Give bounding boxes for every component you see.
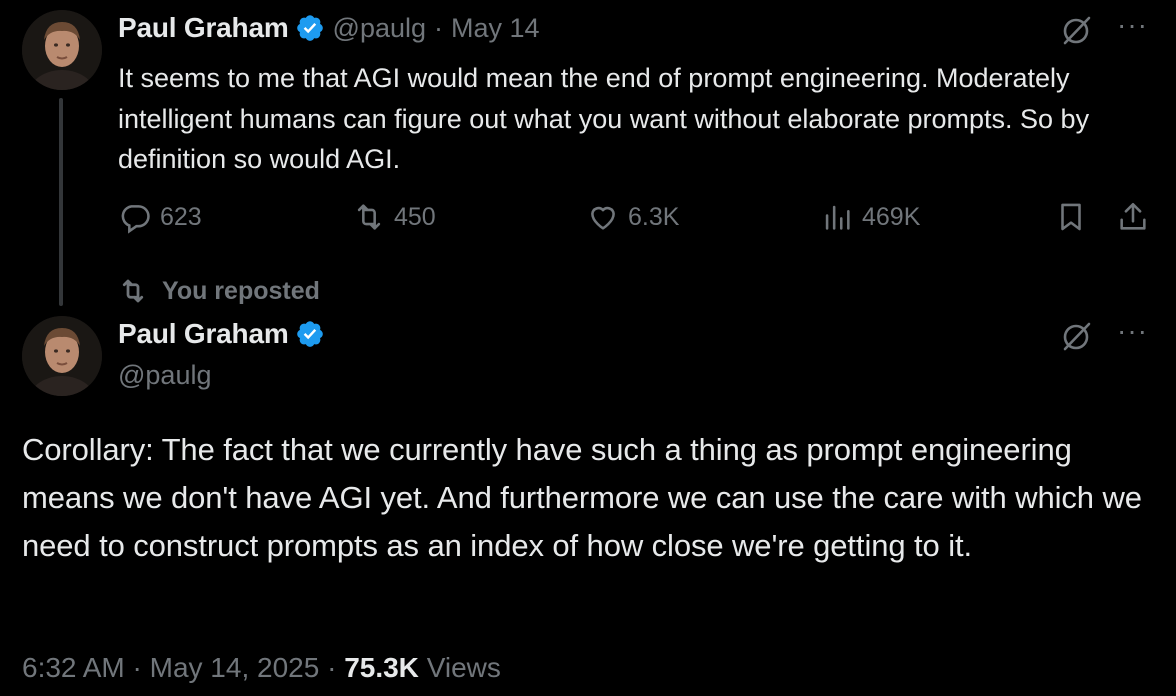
- tweet-thread: Paul Graham @paulg · May 14 ··· It seems…: [0, 0, 1176, 696]
- repost-context: You reposted: [118, 276, 320, 306]
- repost-button[interactable]: 450: [352, 200, 436, 234]
- tweet-full-date[interactable]: May 14, 2025: [150, 652, 320, 683]
- views-bar-chart-icon: [825, 205, 850, 230]
- share-button[interactable]: [1116, 200, 1150, 234]
- reply-count: 623: [160, 202, 202, 231]
- more-icon[interactable]: ···: [1117, 11, 1148, 39]
- views-count: 75.3K: [344, 652, 419, 683]
- tweet-actions: 623 450 6.3K 469K: [118, 200, 1158, 240]
- grok-icon[interactable]: [1061, 14, 1093, 46]
- tweet-text: It seems to me that AGI would mean the e…: [118, 63, 1090, 174]
- verified-badge-icon: [295, 319, 325, 349]
- repost-label[interactable]: You reposted: [162, 277, 320, 306]
- author-handle[interactable]: @paulg: [118, 360, 211, 391]
- tweet-text: Corollary: The fact that we currently ha…: [22, 432, 1142, 563]
- avatar[interactable]: [22, 10, 102, 90]
- author-name[interactable]: Paul Graham: [118, 12, 289, 44]
- tweet-footer: 6:32 AM · May 14, 2025 · 75.3K Views: [22, 652, 501, 684]
- view-count: 469K: [862, 202, 921, 231]
- avatar[interactable]: [22, 316, 102, 396]
- verified-badge-icon: [295, 13, 325, 43]
- tweet2-header: Paul Graham: [118, 318, 325, 350]
- repost-icon: [357, 204, 381, 230]
- more-icon[interactable]: ···: [1117, 317, 1148, 345]
- repost-icon: [122, 279, 144, 303]
- meta-separator: ·: [434, 12, 444, 43]
- author-name[interactable]: Paul Graham: [118, 318, 289, 350]
- views-button[interactable]: 469K: [820, 200, 920, 234]
- tweet-time[interactable]: 6:32 AM: [22, 652, 125, 683]
- tweet2-top-icons: ···: [1061, 317, 1148, 352]
- share-icon: [1120, 202, 1146, 230]
- thread-line: [59, 98, 63, 306]
- meta-separator: ·: [327, 652, 337, 683]
- like-button[interactable]: 6.3K: [586, 200, 679, 234]
- heart-icon: [591, 206, 615, 230]
- like-count: 6.3K: [628, 202, 680, 231]
- reply-icon: [121, 205, 150, 234]
- author-handle[interactable]: @paulg: [333, 13, 426, 44]
- tweet-date[interactable]: May 14: [451, 13, 540, 44]
- tweet1-top-icons: ···: [1061, 11, 1148, 46]
- meta-separator: ·: [132, 652, 142, 683]
- views-label: Views: [426, 652, 501, 683]
- tweet1-header: Paul Graham @paulg · May 14: [118, 12, 540, 44]
- grok-icon[interactable]: [1061, 320, 1093, 352]
- bookmark-icon: [1061, 203, 1081, 231]
- reply-button[interactable]: 623: [118, 200, 202, 234]
- bookmark-button[interactable]: [1054, 200, 1088, 234]
- repost-count: 450: [394, 202, 436, 231]
